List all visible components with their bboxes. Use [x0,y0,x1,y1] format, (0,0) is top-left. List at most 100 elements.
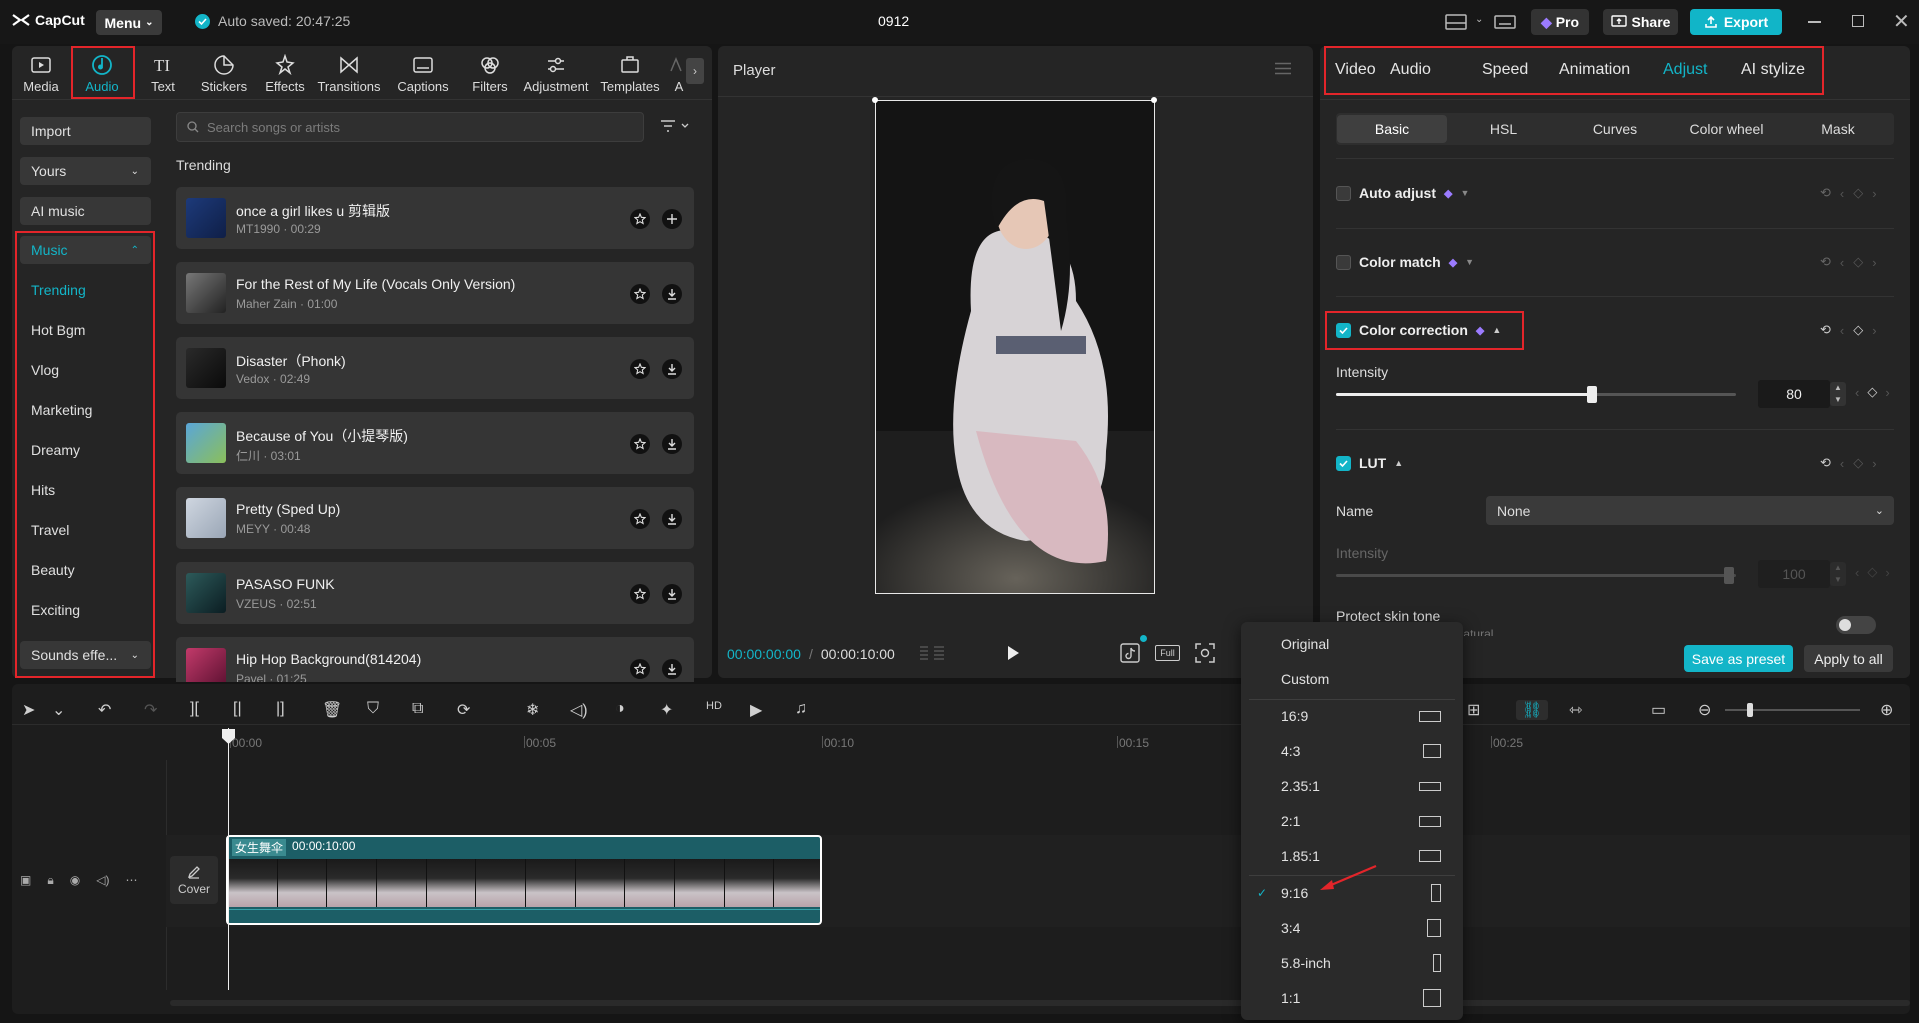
next-keyframe-icon[interactable]: › [1885,385,1889,400]
cover-button[interactable]: Cover [170,856,218,904]
ai-icon[interactable]: ✦ [660,700,673,720]
pro-button[interactable]: ◆ Pro [1531,9,1589,35]
split-right-icon[interactable]: |] [276,700,285,718]
keyframe-icon[interactable]: ◇ [1853,254,1863,270]
subtab-color-wheel[interactable]: Color wheel [1672,115,1782,143]
toolbar-tab-text[interactable]: TI Text [131,53,195,94]
select-icon[interactable]: ➤ [22,700,35,720]
next-keyframe-icon[interactable]: › [1872,186,1876,201]
tiktok-icon[interactable] [1120,643,1140,663]
star-icon[interactable] [630,359,650,379]
layout-icon[interactable] [1444,12,1468,32]
hd-icon[interactable]: HD [706,700,722,712]
export-button[interactable]: Export [1690,9,1782,35]
toolbar-tab-transitions[interactable]: Transitions [317,53,381,94]
video-preview[interactable] [875,100,1155,594]
snap-icon[interactable]: ▭ [1651,700,1666,720]
prev-keyframe-icon[interactable]: ‹ [1855,565,1859,580]
toolbar-tab-filters[interactable]: Filters [458,53,522,94]
playhead[interactable] [228,728,229,990]
ai-music-button[interactable]: AI music [20,197,151,225]
zoom-in-icon[interactable]: ⊕ [1880,700,1893,720]
ratio-option-original[interactable]: Original [1241,629,1463,659]
apply-all-button[interactable]: Apply to all [1804,645,1893,672]
close-button[interactable]: ✕ [1893,9,1910,34]
star-icon[interactable] [630,284,650,304]
prev-keyframe-icon[interactable]: ‹ [1855,385,1859,400]
star-icon[interactable] [630,584,650,604]
next-keyframe-icon[interactable]: › [1872,255,1876,270]
split-icon[interactable]: ][ [190,700,199,718]
song-item[interactable]: Disaster（Phonk) Vedox · 02:49 [176,337,694,399]
lut-checkbox[interactable] [1336,455,1351,471]
subtab-hsl[interactable]: HSL [1449,115,1559,143]
split-left-icon[interactable]: [| [233,700,242,718]
lut-name-select[interactable]: None ⌄ [1486,496,1894,525]
prev-keyframe-icon[interactable]: ‹ [1840,323,1844,338]
add-icon[interactable] [662,209,682,229]
play-icon[interactable] [1006,645,1020,661]
zoom-slider[interactable] [1725,703,1860,717]
intensity-input[interactable]: 80 [1758,380,1830,408]
intensity-slider[interactable] [1336,386,1736,403]
hamburger-icon[interactable] [1275,62,1291,75]
download-icon[interactable] [662,509,682,529]
reset-icon[interactable]: ⟲ [1820,254,1831,270]
chevron-down-icon[interactable]: ⌄ [52,700,65,720]
zoom-out-icon[interactable]: ⊖ [1698,700,1711,720]
delete-icon[interactable]: 🗑︎ [322,700,342,720]
save-preset-button[interactable]: Save as preset [1684,645,1793,672]
reset-icon[interactable]: ⟲ [1820,185,1831,201]
ratio-option-3-4[interactable]: 3:4 [1241,913,1463,943]
speaker-icon[interactable]: ◁) [96,873,109,888]
keyboard-icon[interactable] [1493,12,1517,32]
lut-intensity-slider[interactable] [1336,567,1736,584]
ratio-option-5-8-inch[interactable]: 5.8-inch [1241,948,1463,978]
song-item[interactable]: once a girl likes u 剪辑版 MT1990 · 00:29 [176,187,694,249]
next-keyframe-icon[interactable]: › [1872,323,1876,338]
ratio-option-1-1[interactable]: 1:1 [1241,983,1463,1013]
reset-icon[interactable]: ⟲ [1820,455,1831,471]
keyframe-icon[interactable]: ◇ [1867,564,1877,580]
lut-intensity-input[interactable]: 100 [1758,560,1830,588]
minimize-button[interactable] [1808,21,1821,23]
speed-icon[interactable]: ⟳ [457,700,470,720]
lut-intensity-handle[interactable] [1724,567,1734,584]
keyframe-icon[interactable]: ◇ [1867,384,1877,400]
caret-up-icon[interactable]: ▲ [1394,458,1403,468]
mask-icon[interactable]: ◑ [615,700,625,718]
color-match-checkbox[interactable] [1336,254,1351,270]
zoom-fit-icon[interactable] [1195,643,1215,663]
link-icon[interactable]: ⛓︎ [1516,700,1549,720]
prev-keyframe-icon[interactable]: ‹ [1840,255,1844,270]
star-icon[interactable] [630,509,650,529]
marker-icon[interactable]: ⛉ [367,700,379,718]
caret-down-icon[interactable]: ▼ [1460,188,1469,198]
keyframe-icon[interactable]: ◇ [1853,322,1863,338]
toolbar-tab-templates[interactable]: Templates [598,53,662,94]
layout-chevron-icon[interactable]: ⌄ [1475,14,1483,25]
song-item[interactable]: Because of You（小提琴版) 仁川 · 03:01 [176,412,694,474]
ratio-option-2-1[interactable]: 2:1 [1241,806,1463,836]
crop-icon[interactable]: ⧉ [412,700,423,718]
maximize-button[interactable] [1852,15,1864,27]
preview-axis-icon[interactable]: ⇿ [1569,700,1582,720]
protect-skin-toggle[interactable] [1836,616,1876,634]
eye-icon[interactable]: ◉ [70,873,80,888]
redo-icon[interactable]: ↷ [144,700,157,720]
caret-down-icon[interactable]: ▼ [1465,257,1474,267]
next-keyframe-icon[interactable]: › [1872,456,1876,471]
ratio-option-2-35-1[interactable]: 2.35:1 [1241,771,1463,801]
beat-icon[interactable]: ♫ [795,700,807,718]
download-icon[interactable] [662,284,682,304]
download-icon[interactable] [662,359,682,379]
keyframe-icon[interactable]: ◇ [1853,455,1863,471]
import-button[interactable]: Import [20,117,151,145]
search-box[interactable]: Search songs or artists [176,112,644,142]
more-icon[interactable]: ⋯ [125,873,137,888]
intensity-handle[interactable] [1586,386,1597,403]
auto-adjust-checkbox[interactable] [1336,185,1351,201]
lock-icon[interactable]: 🔒︎ [47,873,53,888]
menu-button[interactable]: Menu ⌄ [96,10,162,35]
filter-icon[interactable] [660,118,690,134]
